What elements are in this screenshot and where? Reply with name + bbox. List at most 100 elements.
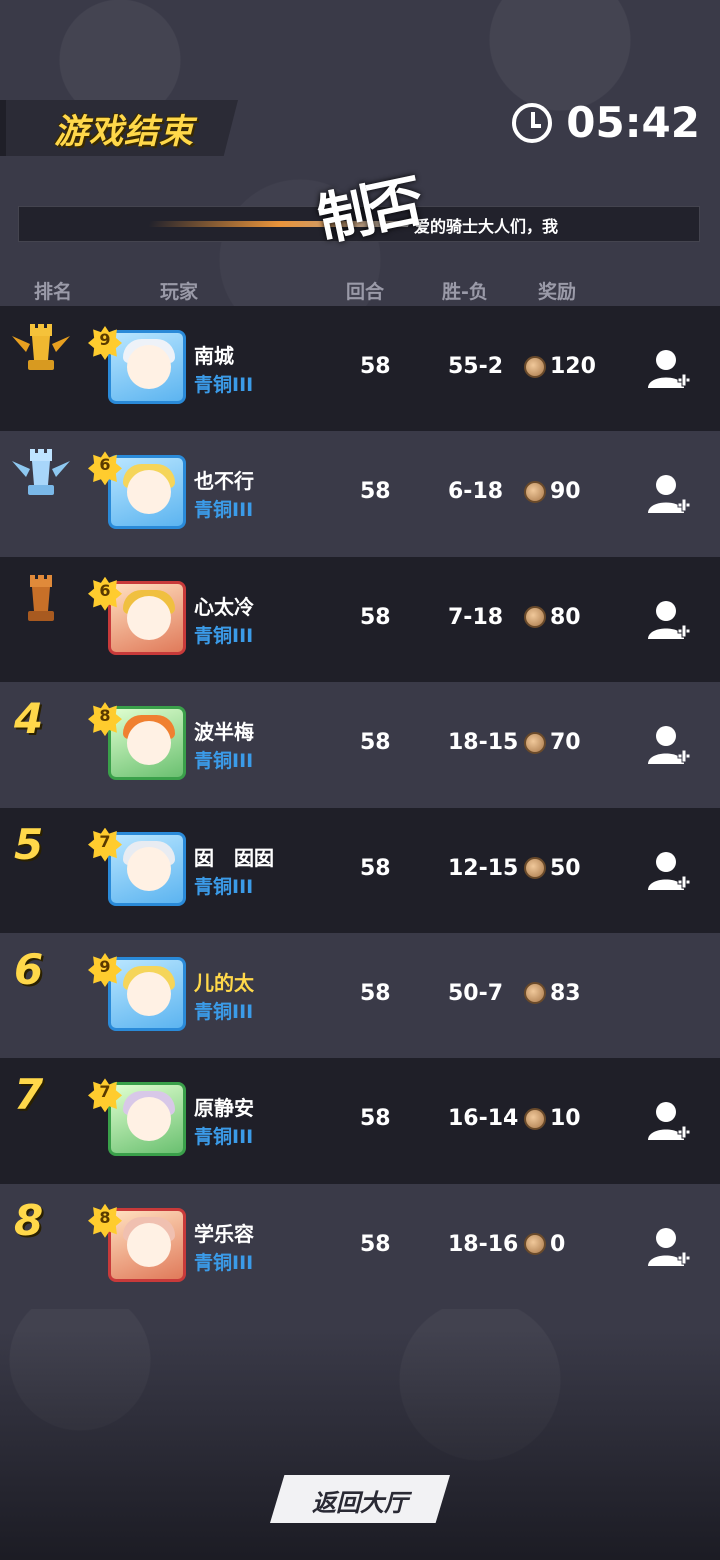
player-name: 心太冷: [194, 594, 254, 619]
coin-icon: [524, 355, 546, 378]
player-tier: 青铜III: [194, 750, 254, 773]
reward-value: 70: [550, 730, 581, 756]
player-name: 南城: [194, 344, 234, 368]
avatar-face: [127, 846, 171, 891]
player-tier: 青铜III: [194, 499, 254, 522]
level-number: 9: [99, 330, 111, 349]
reward: 120: [524, 354, 596, 379]
coin-icon: [524, 982, 546, 1005]
add-friend-icon[interactable]: [646, 1098, 692, 1144]
win-loss-value: 6-18: [448, 479, 504, 505]
bottom-fade: [0, 1330, 720, 1560]
add-friend-icon[interactable]: [646, 346, 692, 392]
table-row: 7 7 原静安 青铜III 58 16-14 10: [0, 1058, 720, 1184]
marquee-text: 爱的骑士大人们，我: [414, 217, 559, 236]
reward: 90: [524, 479, 581, 504]
results-table: 9 南城 青铜III 58 55-2 120 6 也不行 青铜III 58 6-…: [0, 306, 720, 1310]
player-tier: 青铜III: [194, 1000, 254, 1023]
reward: 83: [524, 981, 581, 1006]
player-name: 囡 囡囡: [194, 845, 274, 870]
avatar-face: [127, 1222, 171, 1267]
reward-value: 10: [550, 1106, 581, 1132]
back-to-lobby-label[interactable]: 返回大厅: [270, 1483, 450, 1518]
col-rank: 排名: [34, 281, 73, 303]
add-friend-icon[interactable]: [646, 471, 692, 517]
avatar-face: [127, 470, 171, 515]
level-number: 8: [99, 706, 111, 726]
table-row: 6 也不行 青铜III 58 6-18 90: [0, 431, 720, 557]
player-tier: 青铜III: [194, 1251, 254, 1274]
win-loss-value: 50-7: [448, 980, 504, 1006]
add-friend-icon[interactable]: [646, 1224, 692, 1270]
col-player: 玩家: [160, 281, 199, 303]
coin-icon: [524, 480, 546, 503]
reward-value: 83: [550, 980, 581, 1006]
rank-number: 8: [14, 1195, 44, 1245]
win-loss-value: 12-15: [448, 855, 519, 881]
rank-number: 5: [14, 819, 44, 869]
reward-value: 90: [550, 479, 581, 505]
win-loss-value: 18-15: [448, 730, 519, 756]
avatar-face: [127, 971, 171, 1016]
rank-number: 7: [14, 1070, 44, 1120]
coin-icon: [524, 857, 546, 880]
silver-trophy-icon: [12, 449, 70, 496]
table-row: 6 心太冷 青铜III 58 7-18 80: [0, 556, 720, 683]
reward: 10: [524, 1106, 581, 1131]
add-friend-icon[interactable]: [646, 722, 692, 768]
column-headers: 排名 玩家 回合 胜-负 奖励: [0, 277, 720, 305]
win-loss-value: 7-18: [448, 604, 504, 630]
avatar-face: [127, 345, 171, 389]
win-loss-value: 55-2: [448, 354, 504, 379]
player-tier: 青铜III: [194, 1126, 254, 1149]
rounds-value: 58: [360, 730, 391, 756]
reward-value: 80: [550, 604, 581, 630]
avatar-face: [127, 595, 171, 640]
win-loss-value: 18-16: [448, 1231, 519, 1257]
player-tier: 青铜III: [194, 624, 254, 647]
reward-value: 0: [550, 1231, 566, 1257]
game-timer: 05:42: [512, 98, 700, 147]
player-name: 学乐容: [194, 1221, 254, 1246]
level-number: 9: [99, 956, 111, 976]
table-row: 8 8 学乐容 青铜III 58 18-16 0: [0, 1183, 720, 1310]
level-number: 7: [99, 1082, 111, 1102]
rounds-value: 58: [360, 604, 391, 630]
add-friend-icon[interactable]: [646, 597, 692, 643]
col-win-loss: 胜-负: [442, 281, 488, 303]
rounds-value: 58: [360, 479, 391, 505]
col-reward: 奖励: [538, 281, 577, 303]
table-row: 4 8 波半梅 青铜III 58 18-15 70: [0, 682, 720, 808]
add-friend-icon[interactable]: [646, 848, 692, 894]
rank-number: 6: [14, 944, 44, 994]
rank-number: 4: [14, 694, 44, 744]
table-row: 5 7 囡 囡囡 青铜III 58 12-15 50: [0, 807, 720, 933]
rounds-value: 58: [360, 354, 391, 379]
table-row: 9 南城 青铜III 58 55-2 120: [0, 306, 720, 432]
win-loss-value: 16-14: [448, 1106, 519, 1132]
timer-text: 05:42: [566, 98, 700, 147]
reward-value: 50: [550, 855, 581, 881]
coin-icon: [524, 1233, 546, 1256]
reward-value: 120: [550, 354, 596, 379]
player-name: 也不行: [194, 469, 254, 494]
avatar-face: [127, 721, 171, 766]
level-number: 6: [99, 580, 111, 600]
avatar-face: [127, 1097, 171, 1142]
gold-trophy-icon: [12, 324, 70, 370]
player-name: 波半梅: [194, 720, 254, 745]
player-tier: 青铜III: [194, 374, 254, 396]
rounds-value: 58: [360, 1106, 391, 1132]
player-name: 原静安: [194, 1096, 254, 1121]
rounds-value: 58: [360, 980, 391, 1006]
rounds-value: 58: [360, 1231, 391, 1257]
player-name: 儿的太: [194, 970, 254, 995]
reward: 0: [524, 1232, 565, 1257]
player-tier: 青铜III: [194, 875, 254, 898]
level-number: 7: [99, 831, 111, 851]
clock-icon: [512, 102, 553, 143]
reward: 50: [524, 856, 581, 881]
bronze-trophy-icon: [28, 574, 54, 621]
coin-icon: [524, 731, 546, 754]
reward: 70: [524, 730, 581, 755]
